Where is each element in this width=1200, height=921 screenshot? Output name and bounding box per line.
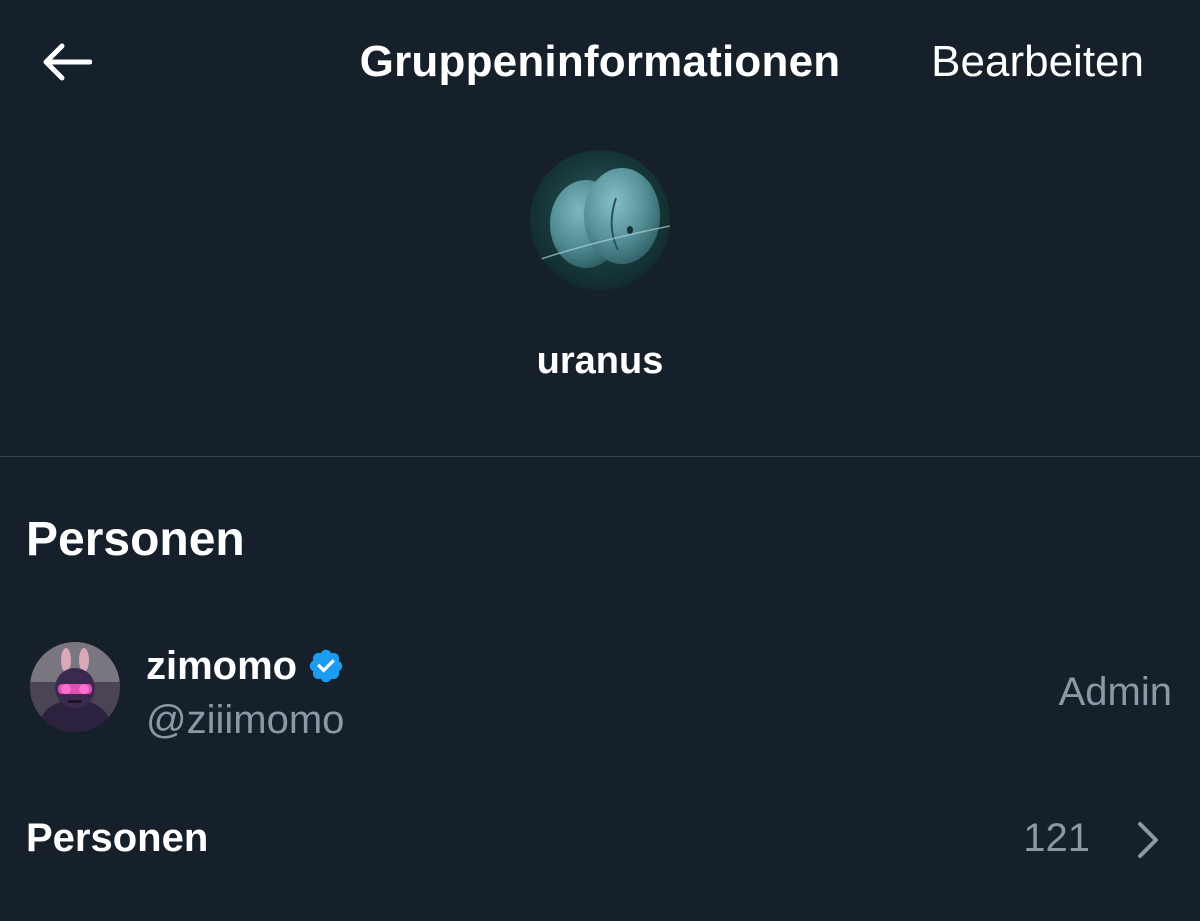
back-button[interactable] — [34, 32, 98, 92]
planet-avatar — [537, 168, 670, 268]
group-avatar[interactable] — [530, 150, 670, 290]
arrow-left-icon — [43, 43, 92, 81]
people-section-title: Personen — [26, 513, 245, 566]
all-people-label: Personen — [26, 816, 209, 860]
member-role-badge: Admin — [1058, 670, 1172, 714]
user-avatar-image — [30, 642, 120, 732]
verified-badge-icon — [309, 649, 343, 683]
avatar — [30, 642, 120, 732]
member-row[interactable]: zimomo @ziiimomo Admin — [0, 620, 1200, 760]
group-name: uranus — [536, 340, 664, 382]
member-handle: @ziiimomo — [146, 698, 345, 742]
group-info-page: Gruppeninformationen Bearbeiten uranus P… — [0, 0, 1200, 921]
chevron-right-icon — [1138, 822, 1158, 858]
page-title-text: Gruppeninformationen — [359, 37, 841, 86]
divider — [0, 456, 1200, 457]
header: Gruppeninformationen Bearbeiten — [0, 0, 1200, 124]
member-name: zimomo — [146, 642, 345, 690]
all-people-row[interactable]: Personen 121 — [0, 800, 1200, 880]
edit-button[interactable]: Bearbeiten — [931, 36, 1144, 88]
member-name-text: zimomo — [146, 644, 298, 688]
people-count: 121 — [1023, 816, 1090, 860]
